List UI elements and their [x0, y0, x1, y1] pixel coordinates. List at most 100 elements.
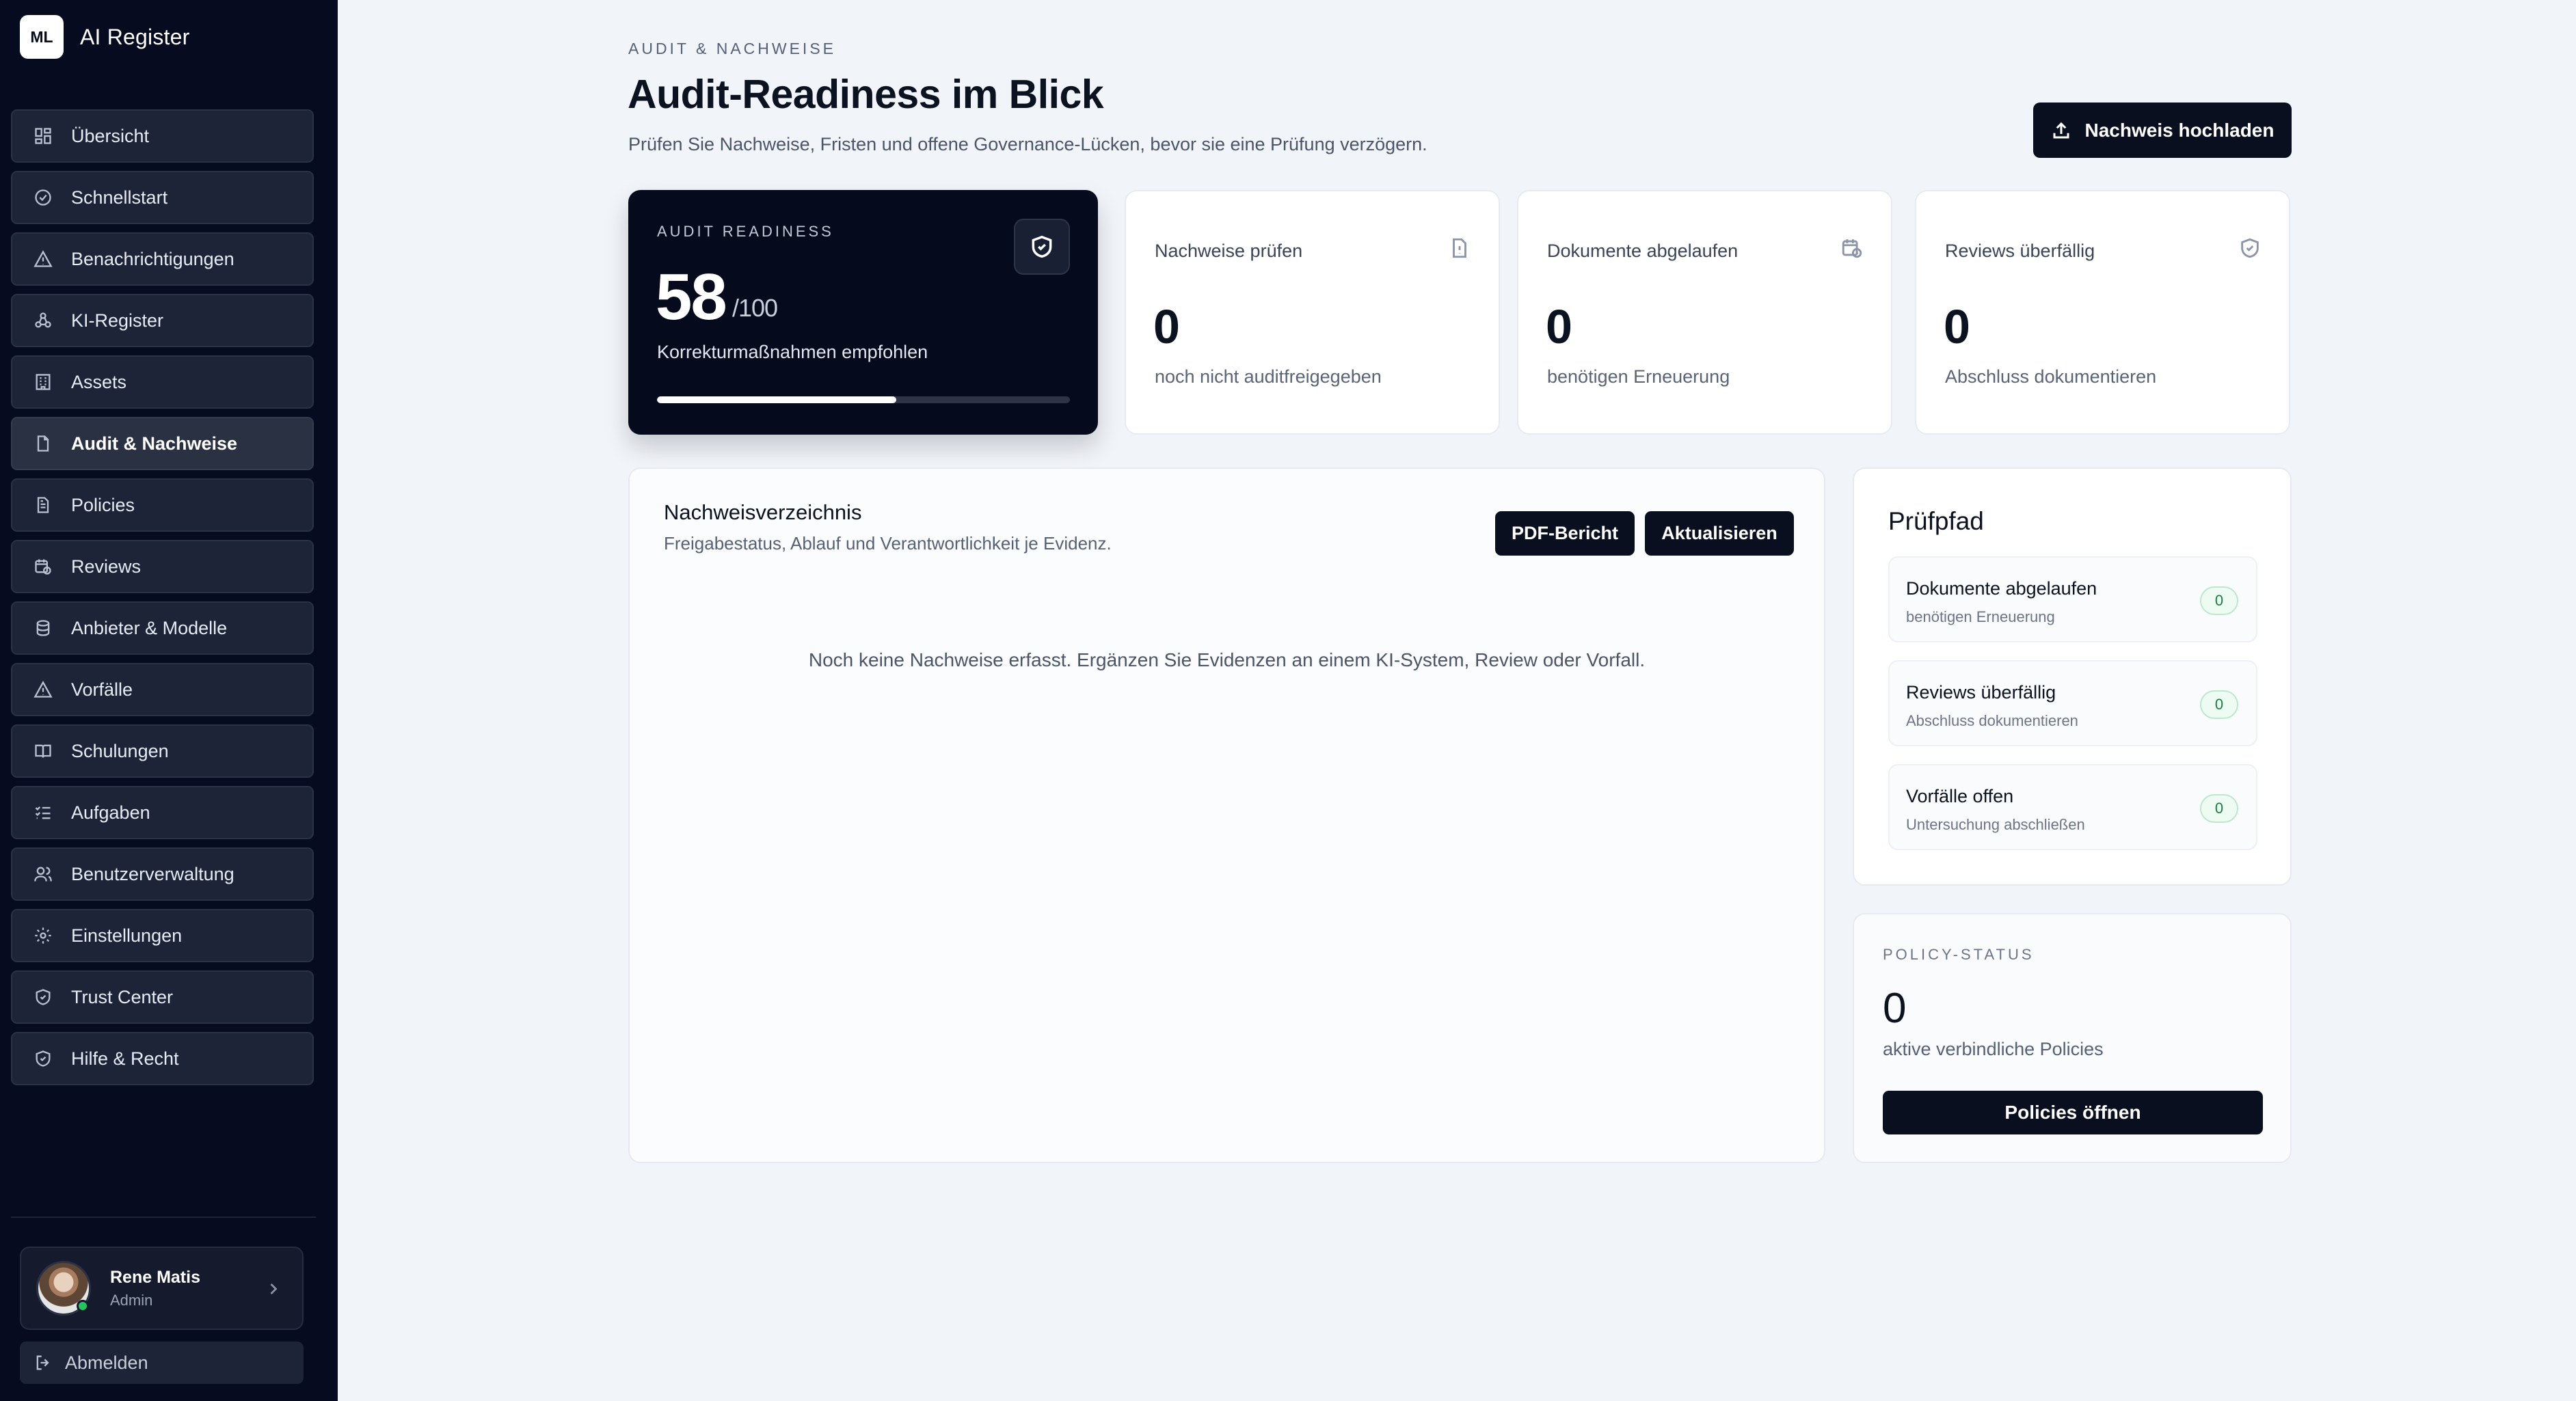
user-role: Admin [110, 1291, 153, 1309]
readiness-max: /100 [732, 294, 778, 322]
network-icon [33, 310, 53, 331]
sidebar-item-label: Schnellstart [71, 187, 168, 208]
sidebar-item-uebersicht[interactable]: Übersicht [11, 109, 314, 163]
sidebar-item-label: Trust Center [71, 986, 174, 1007]
sidebar-item-label: KI-Register [71, 310, 164, 331]
user-menu[interactable]: Rene Matis Admin [20, 1247, 304, 1330]
sidebar-item-label: Einstellungen [71, 925, 183, 946]
users-icon [33, 864, 53, 884]
sidebar-item-label: Vorfälle [71, 679, 133, 700]
sidebar-item-reviews[interactable]: Reviews [11, 540, 314, 593]
policy-status-label: POLICY-STATUS [1883, 946, 2035, 963]
readiness-progress-fill [657, 396, 897, 403]
sidebar-item-aufgaben[interactable]: Aufgaben [11, 786, 314, 839]
file-icon [33, 433, 53, 454]
calendar-clock-icon [33, 556, 53, 577]
audit-path-panel: Prüfpfad Dokumente abgelaufen benötigen … [1853, 467, 2292, 886]
sidebar-item-label: Aufgaben [71, 802, 150, 823]
logout-label: Abmelden [65, 1352, 148, 1373]
policy-status-value: 0 [1883, 985, 1907, 1032]
page-title: Audit-Readiness im Blick [628, 72, 1104, 117]
sidebar-item-label: Hilfe & Recht [71, 1048, 179, 1069]
count-badge: 0 [2200, 586, 2238, 615]
brand-logo: ML [20, 15, 64, 59]
sidebar-item-audit-nachweise[interactable]: Audit & Nachweise [11, 417, 314, 470]
sidebar-item-label: Benutzerverwaltung [71, 863, 234, 884]
shield-check-icon [1014, 219, 1070, 275]
upload-icon [2053, 122, 2069, 138]
sidebar-item-label: Audit & Nachweise [71, 433, 238, 454]
stat-card-nachweise-pruefen: Nachweise prüfen 0 noch nicht auditfreig… [1125, 190, 1500, 435]
page-subtitle: Prüfen Sie Nachweise, Fristen und offene… [628, 134, 1427, 154]
shield-icon [33, 1048, 53, 1069]
sidebar-item-schulungen[interactable]: Schulungen [11, 724, 314, 778]
open-policies-button[interactable]: Policies öffnen [1883, 1091, 2263, 1134]
evidence-register-panel: Nachweisverzeichnis Freigabestatus, Abla… [628, 467, 1825, 1163]
policy-status-note: aktive verbindliche Policies [1883, 1039, 2104, 1059]
sidebar-item-assets[interactable]: Assets [11, 355, 314, 409]
path-item-title: Dokumente abgelaufen [1906, 578, 2097, 599]
alert-triangle-icon [33, 249, 53, 269]
brand[interactable]: ML AI Register [20, 15, 189, 59]
gear-icon [33, 925, 53, 946]
app-name: AI Register [80, 24, 190, 49]
evidence-subtitle: Freigabestatus, Ablauf und Verantwortlic… [664, 533, 1112, 554]
sidebar-item-policies[interactable]: Policies [11, 478, 314, 532]
chevron-right-icon [264, 1279, 283, 1298]
building-icon [33, 372, 53, 392]
pdf-report-button[interactable]: PDF-Bericht [1495, 511, 1635, 556]
sidebar-item-label: Reviews [71, 556, 142, 577]
sidebar-item-einstellungen[interactable]: Einstellungen [11, 909, 314, 962]
path-item-title: Reviews überfällig [1906, 682, 2056, 703]
stat-title: Nachweise prüfen [1155, 241, 1303, 261]
count-badge: 0 [2200, 794, 2238, 823]
grid-icon [33, 126, 53, 146]
sidebar-item-vorfaelle[interactable]: Vorfälle [11, 663, 314, 716]
audit-path-item-dokumente[interactable]: Dokumente abgelaufen benötigen Erneuerun… [1888, 556, 2257, 642]
book-open-icon [33, 741, 53, 761]
sidebar-divider [11, 1216, 316, 1218]
refresh-button[interactable]: Aktualisieren [1645, 511, 1794, 556]
user-name: Rene Matis [110, 1267, 200, 1287]
empty-state-text: Noch keine Nachweise erfasst. Ergänzen S… [808, 649, 1646, 670]
calendar-clock-icon [1840, 236, 1864, 260]
sidebar-item-label: Anbieter & Modelle [71, 617, 228, 638]
stat-card-reviews-ueberfaellig: Reviews überfällig 0 Abschluss dokumenti… [1915, 190, 2290, 435]
shield-icon [2238, 236, 2262, 260]
audit-path-title: Prüfpfad [1888, 507, 1984, 535]
sidebar-item-label: Übersicht [71, 125, 150, 146]
stat-value: 0 [1944, 300, 1970, 353]
stat-card-dokumente-abgelaufen: Dokumente abgelaufen 0 benötigen Erneuer… [1517, 190, 1892, 435]
path-item-subtitle: Untersuchung abschließen [1906, 816, 2085, 833]
sidebar-item-label: Benachrichtigungen [71, 248, 234, 269]
readiness-note: Korrekturmaßnahmen empfohlen [657, 342, 928, 362]
sidebar-item-ki-register[interactable]: KI-Register [11, 294, 314, 347]
logout-button[interactable]: Abmelden [20, 1342, 304, 1384]
readiness-score: 58 [656, 260, 727, 334]
shield-check-icon [33, 987, 53, 1007]
readiness-label: AUDIT READINESS [657, 223, 834, 240]
readiness-progress-bar [657, 396, 1070, 403]
path-item-subtitle: benötigen Erneuerung [1906, 608, 2055, 625]
sidebar-item-trust-center[interactable]: Trust Center [11, 970, 314, 1024]
stat-title: Dokumente abgelaufen [1547, 241, 1739, 261]
sidebar-item-anbieter-modelle[interactable]: Anbieter & Modelle [11, 601, 314, 655]
evidence-title: Nachweisverzeichnis [664, 500, 862, 524]
audit-path-item-vorfaelle[interactable]: Vorfälle offen Untersuchung abschließen … [1888, 764, 2257, 850]
stat-title: Reviews überfällig [1945, 241, 2095, 261]
audit-readiness-card: AUDIT READINESS 58 /100 Korrekturmaßnahm… [628, 190, 1098, 435]
sidebar-item-schnellstart[interactable]: Schnellstart [11, 171, 314, 224]
upload-evidence-label: Nachweis hochladen [2084, 119, 2275, 141]
sidebar-item-hilfe-recht[interactable]: Hilfe & Recht [11, 1032, 314, 1085]
page-eyebrow: AUDIT & NACHWEISE [628, 40, 836, 57]
stat-note: Abschluss dokumentieren [1945, 366, 2157, 387]
sidebar-item-benutzerverwaltung[interactable]: Benutzerverwaltung [11, 847, 314, 901]
user-info: Rene Matis Admin [110, 1268, 200, 1309]
file-alert-icon [1448, 236, 1471, 260]
sidebar-item-benachrichtigungen[interactable]: Benachrichtigungen [11, 232, 314, 286]
list-checks-icon [33, 802, 53, 823]
upload-evidence-button[interactable]: Nachweis hochladen [2033, 103, 2292, 158]
audit-path-item-reviews[interactable]: Reviews überfällig Abschluss dokumentier… [1888, 660, 2257, 746]
alert-triangle-icon [33, 679, 53, 700]
database-icon [33, 618, 53, 638]
